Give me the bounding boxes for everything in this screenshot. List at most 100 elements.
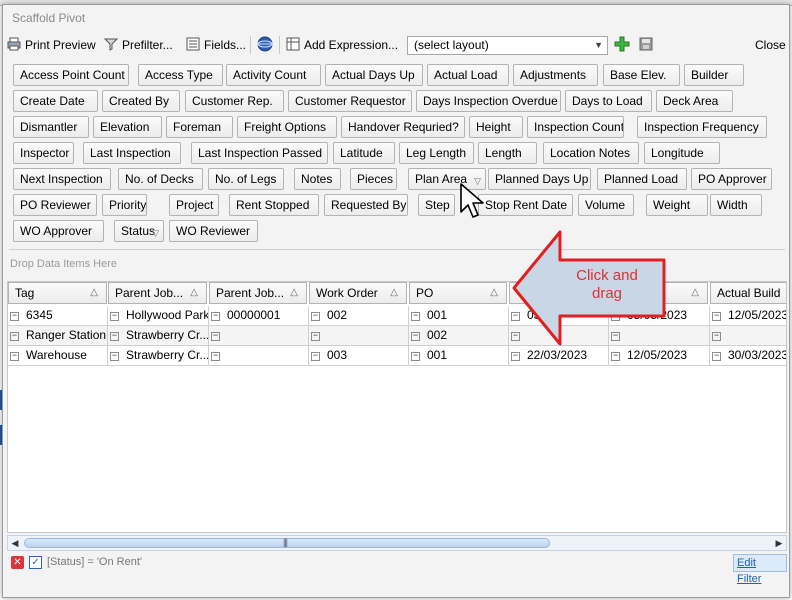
collapse-icon[interactable]: −: [411, 351, 420, 361]
table-cell[interactable]: − Strawberry Cr...: [108, 326, 209, 346]
field-button-days-inspection-overdue[interactable]: Days Inspection Overdue: [416, 90, 561, 112]
add-layout-button[interactable]: [614, 35, 630, 55]
field-button-access-type[interactable]: Access Type: [138, 64, 223, 86]
field-button-weight[interactable]: Weight: [646, 194, 708, 216]
table-cell[interactable]: −00000001: [209, 306, 309, 326]
table-cell[interactable]: − Warehouse: [8, 346, 108, 366]
field-button-latitude[interactable]: Latitude: [333, 142, 395, 164]
collapse-icon[interactable]: −: [10, 311, 19, 321]
column-header[interactable]: Parent Job... △: [209, 282, 307, 304]
table-cell[interactable]: −30/03/2023: [710, 346, 786, 366]
table-cell[interactable]: −002: [409, 326, 509, 346]
column-header[interactable]: Actual Build: [710, 282, 786, 304]
collapse-icon[interactable]: −: [110, 311, 119, 321]
table-cell[interactable]: −001: [409, 346, 509, 366]
field-button-customer-rep[interactable]: Customer Rep.: [185, 90, 284, 112]
table-cell[interactable]: − Ranger Station: [8, 326, 108, 346]
close-button[interactable]: Close: [755, 35, 786, 55]
field-button-height[interactable]: Height: [469, 116, 523, 138]
field-button-days-to-load[interactable]: Days to Load: [565, 90, 652, 112]
field-button-length[interactable]: Length: [478, 142, 537, 164]
field-button-freight-options[interactable]: Freight Options: [237, 116, 337, 138]
table-cell[interactable]: −: [209, 326, 309, 346]
collapse-icon[interactable]: −: [511, 351, 520, 361]
collapse-icon[interactable]: −: [211, 331, 220, 341]
column-header[interactable]: Work Order △: [309, 282, 407, 304]
field-button-created-by[interactable]: Created By: [102, 90, 180, 112]
field-button-wo-reviewer[interactable]: WO Reviewer: [169, 220, 258, 242]
field-button-rent-stopped[interactable]: Rent Stopped: [229, 194, 319, 216]
field-button-stop-rent-date[interactable]: Stop Rent Date: [478, 194, 573, 216]
field-button-location-notes[interactable]: Location Notes: [543, 142, 639, 164]
field-button-elevation[interactable]: Elevation: [93, 116, 162, 138]
field-button-foreman[interactable]: Foreman: [166, 116, 233, 138]
field-button-width[interactable]: Width: [710, 194, 762, 216]
field-button-inspection-count[interactable]: Inspection Count: [527, 116, 624, 138]
table-cell[interactable]: −002: [309, 306, 409, 326]
field-button-project[interactable]: Project: [169, 194, 219, 216]
field-button-adjustments[interactable]: Adjustments: [513, 64, 598, 86]
field-button-actual-days-up[interactable]: Actual Days Up: [325, 64, 423, 86]
field-button-status[interactable]: Status ▽: [114, 220, 164, 242]
table-cell[interactable]: −12/05/2023: [710, 306, 786, 326]
field-button-builder[interactable]: Builder: [684, 64, 744, 86]
prefilter-button[interactable]: Prefilter...: [103, 35, 173, 55]
add-expression-button[interactable]: Add Expression...: [286, 35, 398, 55]
field-button-last-inspection-passed[interactable]: Last Inspection Passed: [191, 142, 328, 164]
scroll-right-icon[interactable]: ▶: [772, 536, 786, 550]
table-cell[interactable]: −: [209, 346, 309, 366]
field-button-volume[interactable]: Volume: [578, 194, 634, 216]
table-cell[interactable]: −001: [409, 306, 509, 326]
collapse-icon[interactable]: −: [311, 311, 320, 321]
horizontal-scrollbar[interactable]: ◀ ||| ▶: [7, 535, 787, 551]
field-button-requested-by[interactable]: Requested By: [324, 194, 408, 216]
field-button-po-reviewer[interactable]: PO Reviewer: [13, 194, 97, 216]
field-button-actual-load[interactable]: Actual Load: [427, 64, 509, 86]
collapse-icon[interactable]: −: [211, 311, 220, 321]
collapse-icon[interactable]: −: [311, 351, 320, 361]
field-button-inspector[interactable]: Inspector: [13, 142, 74, 164]
save-layout-button[interactable]: [639, 35, 653, 55]
field-button-po-approver[interactable]: PO Approver: [691, 168, 772, 190]
filter-dropdown-icon[interactable]: ▽: [152, 223, 159, 241]
collapse-icon[interactable]: −: [110, 351, 119, 361]
collapse-icon[interactable]: −: [10, 351, 19, 361]
field-button-planned-load[interactable]: Planned Load: [597, 168, 687, 190]
column-header[interactable]: Tag △: [8, 282, 107, 304]
table-cell[interactable]: −003: [309, 346, 409, 366]
field-button-dismantler[interactable]: Dismantler: [13, 116, 89, 138]
collapse-icon[interactable]: −: [712, 311, 721, 321]
field-button-customer-requestor[interactable]: Customer Requestor: [288, 90, 412, 112]
table-cell[interactable]: −: [710, 326, 786, 346]
clear-filter-icon[interactable]: ✕: [11, 556, 24, 569]
field-button-inspection-frequency[interactable]: Inspection Frequency: [637, 116, 767, 138]
collapse-icon[interactable]: −: [10, 331, 19, 341]
field-button-planned-days-up[interactable]: Planned Days Up: [488, 168, 591, 190]
table-cell[interactable]: −: [309, 326, 409, 346]
field-button-next-inspection[interactable]: Next Inspection: [13, 168, 111, 190]
collapse-icon[interactable]: −: [712, 351, 721, 361]
field-button-access-point-count[interactable]: Access Point Count: [13, 64, 129, 86]
collapse-icon[interactable]: −: [211, 351, 220, 361]
field-button-last-inspection[interactable]: Last Inspection: [83, 142, 181, 164]
field-button-notes[interactable]: Notes: [294, 168, 341, 190]
field-button-activity-count[interactable]: Activity Count: [226, 64, 321, 86]
globe-button[interactable]: [257, 35, 273, 55]
edit-filter-link[interactable]: Edit Filter: [733, 554, 787, 585]
field-button-leg-length[interactable]: Leg Length: [399, 142, 474, 164]
collapse-icon[interactable]: −: [712, 331, 721, 341]
print-preview-button[interactable]: Print Preview: [7, 35, 96, 55]
field-button-wo-approver[interactable]: WO Approver: [13, 220, 104, 242]
table-cell[interactable]: − Strawberry Cr...: [108, 346, 209, 366]
field-button-handover-requried[interactable]: Handover Requried?: [341, 116, 465, 138]
layout-select[interactable]: (select layout) ▼: [407, 36, 608, 55]
collapse-icon[interactable]: −: [411, 311, 420, 321]
column-header[interactable]: PO △: [409, 282, 507, 304]
scrollbar-thumb[interactable]: |||: [24, 537, 550, 548]
field-button-pieces[interactable]: Pieces: [350, 168, 397, 190]
collapse-icon[interactable]: −: [311, 331, 320, 341]
field-button-priority[interactable]: Priority: [102, 194, 147, 216]
collapse-icon[interactable]: −: [611, 351, 620, 361]
field-button-deck-area[interactable]: Deck Area: [656, 90, 733, 112]
field-button-create-date[interactable]: Create Date: [13, 90, 98, 112]
